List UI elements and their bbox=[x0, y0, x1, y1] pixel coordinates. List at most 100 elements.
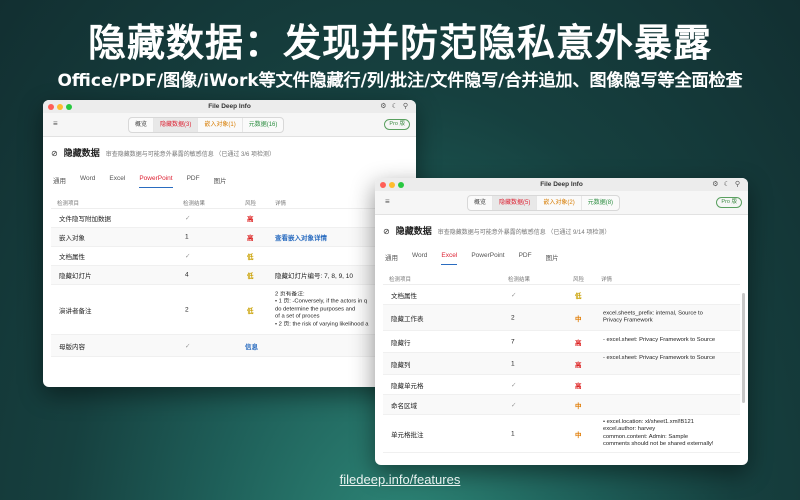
detail-line: - excel.sheet: Privacy Framework to Sour… bbox=[603, 355, 716, 361]
seg-embedded-objects[interactable]: 嵌入对象(1) bbox=[198, 118, 243, 132]
title-bar: File Deep Info ⚙ ☾ ⚲ bbox=[375, 178, 748, 191]
title-bar: File Deep Info ⚙ ☾ ⚲ bbox=[43, 100, 416, 113]
row-result: ✓ bbox=[511, 291, 517, 299]
seg-overview[interactable]: 概览 bbox=[129, 118, 155, 132]
tab-pdf[interactable]: PDF bbox=[187, 175, 200, 188]
tab-powerpoint[interactable]: PowerPoint bbox=[471, 252, 504, 265]
row-result: 2 bbox=[185, 306, 189, 313]
row-item: 演讲者备注 bbox=[59, 307, 92, 315]
risk-badge: 中 bbox=[575, 402, 582, 410]
table-row[interactable]: 文档属性 ✓ 低 bbox=[383, 285, 740, 305]
close-button[interactable] bbox=[380, 181, 386, 188]
table-row[interactable]: 隐藏幻灯片 4 低 隐藏幻灯片编号: 7, 8, 9, 10 bbox=[51, 266, 408, 285]
row-result: 7 bbox=[511, 338, 515, 345]
risk-badge: 低 bbox=[247, 273, 254, 280]
detail-line: comments should not be shared externally… bbox=[603, 441, 714, 447]
table-row[interactable]: 隐藏列 1 高 - excel.sheet: Privacy Framework… bbox=[383, 353, 740, 375]
minimize-button[interactable] bbox=[57, 103, 63, 110]
tab-excel[interactable]: Excel bbox=[109, 175, 125, 188]
row-item: 母版内容 bbox=[59, 343, 85, 351]
detail-line: - excel.sheet: Privacy Framework to Sour… bbox=[603, 337, 716, 343]
table-row[interactable]: 隐藏行 7 高 - excel.sheet: Privacy Framework… bbox=[383, 331, 740, 353]
row-detail: • excel.location: xl/sheet1.xml!B121 exc… bbox=[603, 419, 741, 449]
table-row[interactable]: 隐藏工作表 2 中 excel.sheets_prefix: internal,… bbox=[383, 305, 740, 331]
seg-hidden-data[interactable]: 隐藏数据(3) bbox=[154, 118, 199, 132]
risk-badge: 低 bbox=[575, 292, 582, 300]
pin-icon[interactable]: ⚲ bbox=[735, 178, 740, 191]
pro-badge[interactable]: Pro 版 bbox=[384, 119, 410, 130]
section-header: ⊘ 隐藏数据 审查隐藏数据与可能意外暴露的敏感信息 （已通过 3/6 项检测） bbox=[51, 146, 275, 159]
scrollbar[interactable] bbox=[742, 293, 745, 403]
table-row[interactable]: 命名区域 ✓ 中 bbox=[383, 395, 740, 415]
seg-overview[interactable]: 概览 bbox=[468, 196, 494, 210]
tab-word[interactable]: Word bbox=[412, 252, 427, 265]
table-row[interactable]: 隐藏单元格 ✓ 高 bbox=[383, 375, 740, 395]
seg-metadata[interactable]: 元数据(16) bbox=[243, 118, 284, 132]
table-row[interactable]: 文档属性 ✓ 低 bbox=[51, 247, 408, 266]
risk-badge: 高 bbox=[575, 382, 582, 390]
row-result: ✓ bbox=[185, 215, 191, 222]
col-detail: 详情 bbox=[275, 201, 287, 207]
risk-badge: 低 bbox=[247, 307, 254, 315]
app-window-excel: File Deep Info ⚙ ☾ ⚲ ≡ 概览 隐藏数据(5) 嵌入对象(2… bbox=[375, 178, 748, 465]
table-row[interactable]: 母版内容 ✓ 信息 bbox=[51, 335, 408, 357]
col-risk: 风险 bbox=[573, 277, 585, 283]
section-title: 隐藏数据 bbox=[395, 226, 432, 236]
table-row[interactable]: 嵌入对象 1 高 查看嵌入对象详情 bbox=[51, 228, 408, 247]
moon-icon[interactable]: ☾ bbox=[392, 100, 398, 113]
tab-word[interactable]: Word bbox=[80, 175, 95, 188]
row-result: 2 bbox=[511, 314, 515, 321]
tab-image[interactable]: 图片 bbox=[214, 175, 227, 188]
row-detail: 隐藏幻灯片编号: 7, 8, 9, 10 bbox=[275, 273, 354, 280]
col-result: 检测结果 bbox=[508, 277, 531, 283]
seg-hidden-data[interactable]: 隐藏数据(5) bbox=[493, 196, 538, 210]
risk-badge: 中 bbox=[575, 315, 582, 323]
pro-badge[interactable]: Pro 版 bbox=[716, 197, 742, 208]
risk-badge: 高 bbox=[575, 339, 582, 347]
detail-line: excel.sheets_prefix: internal, Source to bbox=[603, 310, 703, 316]
minimize-button[interactable] bbox=[389, 181, 395, 188]
detail-line: excel.author: harvey bbox=[603, 426, 656, 432]
eye-off-icon: ⊘ bbox=[383, 227, 390, 236]
tab-excel[interactable]: Excel bbox=[441, 252, 458, 265]
maximize-button[interactable] bbox=[398, 181, 404, 188]
tab-general[interactable]: 通用 bbox=[53, 175, 66, 188]
risk-badge: 高 bbox=[247, 235, 254, 242]
window-title: File Deep Info bbox=[208, 103, 251, 110]
tab-general[interactable]: 通用 bbox=[385, 252, 398, 265]
table-row[interactable]: 演讲者备注 2 低 2 页有备注: • 1 页: -Conversely, if… bbox=[51, 285, 408, 335]
pin-icon[interactable]: ⚲ bbox=[403, 100, 408, 113]
tab-pdf[interactable]: PDF bbox=[519, 252, 532, 265]
detail-line: Privacy Framework bbox=[603, 317, 653, 324]
file-type-tabs: 通用 Word Excel PowerPoint PDF 图片 bbox=[385, 252, 559, 265]
menu-icon[interactable]: ≡ bbox=[385, 197, 390, 206]
headline: 隐藏数据：发现并防范隐私意外暴露 bbox=[87, 21, 712, 65]
row-result: 1 bbox=[185, 233, 189, 241]
tab-powerpoint[interactable]: PowerPoint bbox=[139, 175, 173, 188]
view-embedded-link[interactable]: 查看嵌入对象详情 bbox=[275, 232, 327, 242]
maximize-button[interactable] bbox=[66, 103, 72, 110]
close-button[interactable] bbox=[48, 103, 54, 110]
section-header: ⊘ 隐藏数据 审查隐藏数据与可能意外暴露的敏感信息 （已通过 9/14 项检测） bbox=[383, 224, 610, 237]
col-item: 检测项目 bbox=[389, 277, 412, 283]
row-item: 隐藏单元格 bbox=[391, 382, 424, 390]
table-row[interactable]: 文件隐写附加数据 ✓ 高 bbox=[51, 209, 408, 228]
gear-icon[interactable]: ⚙ bbox=[712, 178, 718, 191]
tab-image[interactable]: 图片 bbox=[546, 252, 559, 265]
gear-icon[interactable]: ⚙ bbox=[380, 100, 386, 113]
table-header: 检测项目 检测结果 风险 详情 bbox=[51, 198, 408, 209]
menu-icon[interactable]: ≡ bbox=[53, 119, 58, 128]
row-detail: excel.sheets_prefix: internal, Source to… bbox=[603, 310, 738, 325]
risk-badge: 高 bbox=[247, 216, 254, 223]
row-result: ✓ bbox=[511, 401, 517, 409]
row-item: 隐藏行 bbox=[391, 339, 411, 347]
table-row[interactable]: 单元格批注 1 中 • excel.location: xl/sheet1.xm… bbox=[383, 415, 740, 453]
moon-icon[interactable]: ☾ bbox=[724, 178, 730, 191]
seg-metadata[interactable]: 元数据(8) bbox=[582, 196, 619, 210]
risk-badge: 中 bbox=[575, 431, 582, 439]
detail-line: • excel.location: xl/sheet1.xml!B121 bbox=[603, 418, 694, 425]
features-link[interactable]: filedeep.info/features bbox=[0, 472, 800, 487]
col-risk: 风险 bbox=[245, 201, 257, 207]
seg-embedded-objects[interactable]: 嵌入对象(2) bbox=[537, 196, 582, 210]
toolbar: ≡ 概览 隐藏数据(3) 嵌入对象(1) 元数据(16) Pro 版 bbox=[43, 113, 416, 137]
